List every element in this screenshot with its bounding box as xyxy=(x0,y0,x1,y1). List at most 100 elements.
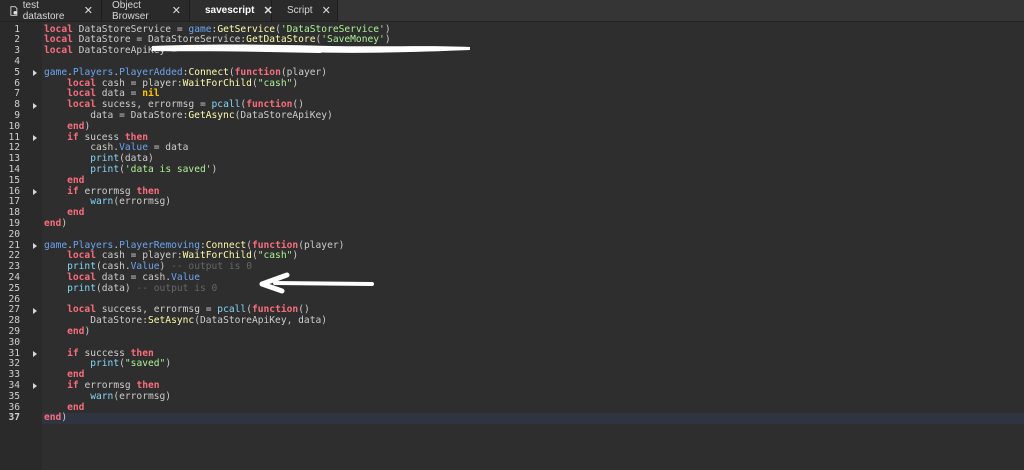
keyword: end xyxy=(67,369,85,381)
code-text: () xyxy=(298,304,310,316)
comment: -- output is 0 xyxy=(171,261,252,273)
builtin-function: print xyxy=(67,282,96,294)
code-line[interactable]: print(data) -- output is 0 xyxy=(44,282,217,295)
code-line[interactable]: local DataStoreApiKey = xyxy=(44,45,183,57)
method: GetDataStore xyxy=(246,34,316,46)
fold-arrow-icon[interactable] xyxy=(33,102,37,109)
line-number: 5 xyxy=(14,66,20,78)
tab-object-browser[interactable]: Object Browser ✕ xyxy=(102,0,190,22)
tab-script[interactable]: Script ✕ xyxy=(272,0,338,21)
code-text: ) xyxy=(84,120,91,132)
method: Connect xyxy=(188,66,229,78)
code-line[interactable]: end) xyxy=(44,326,90,338)
code-text: (cash. xyxy=(96,261,131,273)
script-doc-icon xyxy=(10,5,18,16)
builtin-function: print xyxy=(90,153,120,165)
string-literal: 'DataStoreService' xyxy=(280,23,385,35)
line-number: 25 xyxy=(8,282,20,294)
fold-arrow-icon[interactable] xyxy=(33,189,37,195)
code-text: cash = player: xyxy=(96,250,183,262)
code-text: (DataStoreApiKey) xyxy=(234,109,333,121)
identifier: Players xyxy=(72,66,114,78)
tab-label: test datastore xyxy=(22,0,65,22)
keyword: local xyxy=(67,304,96,316)
fold-arrow-icon[interactable] xyxy=(33,70,37,77)
code-text: ) xyxy=(384,23,391,35)
keyword: then xyxy=(124,131,148,143)
keyword: end xyxy=(67,401,85,413)
fold-arrow-icon[interactable] xyxy=(33,351,37,357)
keyword: if xyxy=(67,131,79,143)
string-literal: "cash" xyxy=(257,77,293,89)
code-text: (DataStoreApiKey, data) xyxy=(194,315,328,327)
identifier: PlayerAdded xyxy=(119,66,183,78)
tab-test-datastore[interactable]: test datastore ✕ xyxy=(0,0,102,22)
keyword: local xyxy=(44,34,73,46)
code-line[interactable]: end) xyxy=(44,412,67,424)
code-text: (errormsg) xyxy=(113,196,172,208)
code-text: ) xyxy=(159,261,172,273)
keyword: end xyxy=(44,412,62,424)
fold-arrow-icon[interactable] xyxy=(33,135,37,141)
identifier: PlayerRemoving xyxy=(119,239,200,251)
close-icon[interactable]: ✕ xyxy=(84,4,93,17)
code-text: () xyxy=(292,99,304,111)
code-text: data = cash. xyxy=(96,271,172,283)
code-text: (data) xyxy=(96,282,137,294)
string-literal: "saved" xyxy=(124,358,166,370)
keyword: local xyxy=(67,99,96,111)
code-text: ) xyxy=(292,250,299,262)
line-number: 10 xyxy=(8,120,20,132)
code-text: success, errormsg = xyxy=(96,304,218,316)
keyword: if xyxy=(67,379,79,391)
keyword: local xyxy=(67,271,96,283)
fold-arrow-icon[interactable] xyxy=(33,307,37,314)
script-editor[interactable]: 1 2 3 4 5 6 7 8 9 10 11 12 13 14 15 16 17 18 19 20 21 22 23 24 2… xyxy=(0,22,1024,470)
fold-arrow-icon[interactable] xyxy=(33,383,37,390)
tab-label: savescript xyxy=(205,5,255,16)
code-text: ) xyxy=(61,217,68,229)
keyword: local xyxy=(44,23,73,35)
keyword: then xyxy=(130,347,154,359)
builtin-function: print xyxy=(67,261,96,273)
code-text: DataStoreService = xyxy=(72,23,189,35)
code-text: ) xyxy=(211,163,218,175)
method: WaitForChild xyxy=(182,77,252,89)
code-text: (player) xyxy=(280,66,328,78)
code-line[interactable]: end) xyxy=(44,217,68,230)
method: Connect xyxy=(205,239,247,251)
identifier: game xyxy=(188,23,212,35)
keyword: function xyxy=(251,304,299,316)
builtin-function: warn xyxy=(90,196,114,208)
keyword: end xyxy=(67,207,85,219)
close-icon[interactable]: ✕ xyxy=(322,4,331,17)
fold-arrow-icon[interactable] xyxy=(33,243,37,249)
string-literal: "cash" xyxy=(257,250,293,262)
builtin-function: print xyxy=(90,358,120,370)
tab-bar: test datastore ✕ Object Browser ✕ savesc… xyxy=(0,0,1024,22)
code-text: ) xyxy=(384,34,391,46)
code-text: sucess xyxy=(78,131,125,143)
code-text: cash = player: xyxy=(96,77,183,89)
keyword: function xyxy=(246,99,293,111)
tab-savescript[interactable]: savescript ✕ xyxy=(190,0,273,21)
code-text: data = xyxy=(96,88,143,100)
identifier: Value xyxy=(171,271,200,283)
line-number: 20 xyxy=(8,228,20,240)
code-text: (errormsg) xyxy=(113,390,172,402)
identifier: game xyxy=(44,66,68,78)
line-number: 35 xyxy=(8,390,20,402)
close-icon[interactable]: ✕ xyxy=(172,4,181,17)
